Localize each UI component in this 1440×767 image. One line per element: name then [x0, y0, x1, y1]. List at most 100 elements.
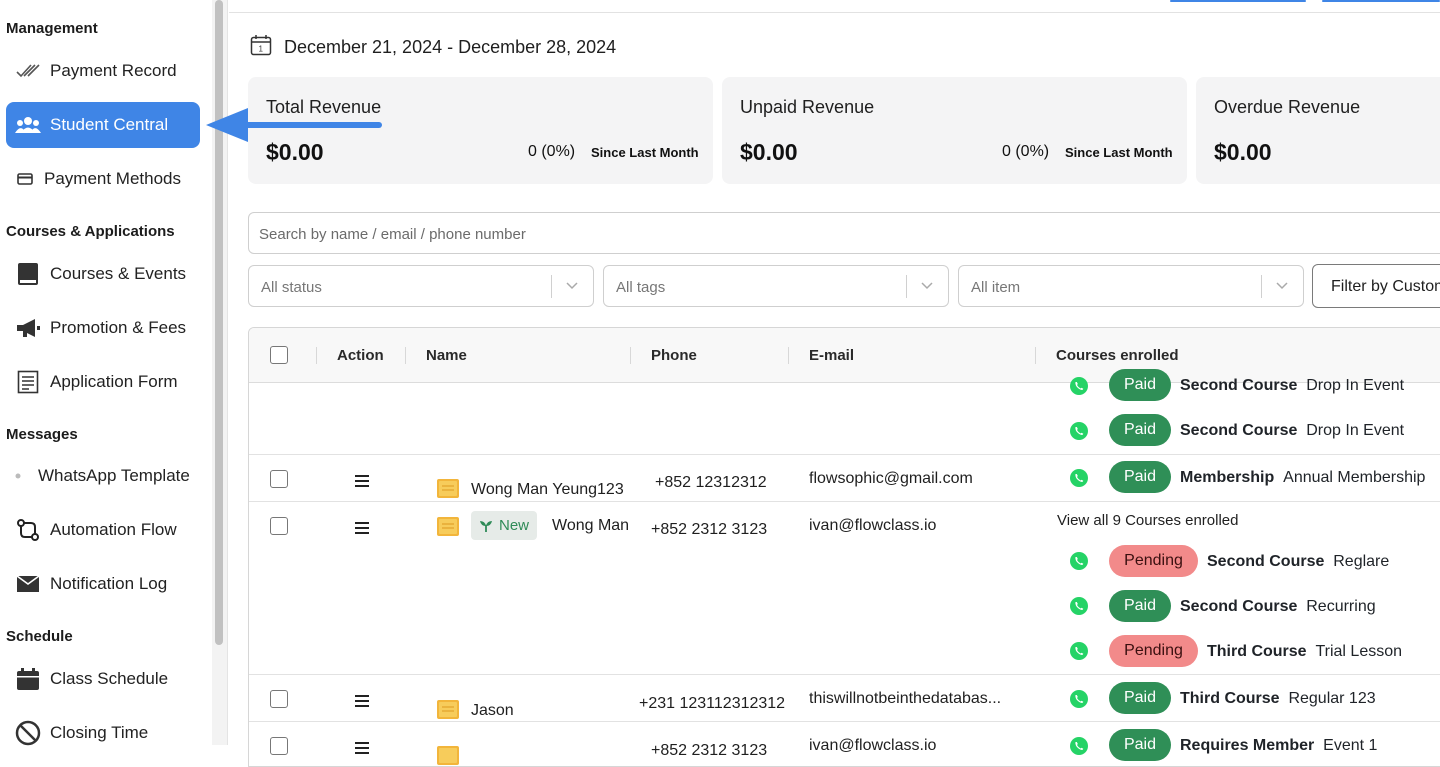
whatsapp-icon[interactable]	[1069, 596, 1089, 616]
row-menu-icon[interactable]	[355, 475, 369, 487]
annotation-arrow-shaft	[232, 122, 382, 128]
filter-by-custom-button[interactable]: Filter by Custom	[1312, 264, 1440, 308]
status-badge: Paid	[1109, 461, 1171, 493]
calendar-icon	[6, 667, 50, 691]
sidebar-item-label: Automation Flow	[50, 520, 177, 539]
whatsapp-icon[interactable]	[1069, 736, 1089, 756]
sidebar-item-whatsapp-template[interactable]: WhatsApp Template	[6, 453, 200, 499]
select-divider	[906, 275, 907, 298]
card-title: Total Revenue	[266, 97, 382, 117]
sidebar-item-label: Courses & Events	[50, 264, 187, 283]
chevron-down-icon	[1276, 282, 1288, 290]
row-checkbox[interactable]	[270, 517, 288, 535]
whatsapp-icon[interactable]	[1069, 468, 1089, 488]
section-title-courses-applications: Courses & Applications	[6, 223, 175, 240]
sidebar-item-payment-methods[interactable]: Payment Methods	[6, 156, 200, 202]
header-separator	[1035, 347, 1036, 364]
row-checkbox[interactable]	[270, 470, 288, 488]
header-courses[interactable]: Courses enrolled	[1056, 347, 1179, 364]
users-icon	[6, 116, 50, 134]
student-phone: +852 12312312	[655, 474, 767, 491]
select-value: All item	[971, 279, 1021, 296]
select-all-checkbox[interactable]	[270, 346, 288, 364]
svg-text:1: 1	[259, 45, 264, 54]
status-badge: Pending	[1109, 545, 1198, 577]
students-table: Action Name Phone E-mail Courses enrolle…	[248, 327, 1440, 767]
card-title: Overdue Revenue	[1214, 97, 1361, 117]
select-value: All tags	[616, 279, 666, 296]
header-email[interactable]: E-mail	[809, 347, 854, 364]
topbar-divider	[229, 12, 1440, 13]
tags-select[interactable]: All tags	[603, 265, 949, 307]
row-menu-icon[interactable]	[355, 742, 369, 754]
section-title-messages: Messages	[6, 426, 78, 443]
sidebar-item-label: Class Schedule	[50, 669, 169, 688]
date-range[interactable]: 1 December 21, 2024 - December 28, 2024	[250, 34, 616, 61]
item-select[interactable]: All item	[958, 265, 1304, 307]
header-separator	[630, 347, 631, 364]
student-email: ivan@flowclass.io	[809, 517, 937, 534]
search-input[interactable]: Search by name / email / phone number	[248, 212, 1440, 254]
course-item: Third Course Regular 123	[1180, 690, 1376, 707]
overdue-revenue-card: Overdue Revenue $0.00	[1196, 77, 1440, 184]
student-name[interactable]: Jason	[471, 702, 514, 720]
course-item: Third Course Trial Lesson	[1207, 643, 1403, 660]
row-divider	[249, 721, 1440, 722]
note-icon	[437, 700, 459, 719]
sidebar-item-label: Application Form	[50, 372, 178, 391]
new-tag-label: New	[499, 517, 530, 534]
course-item: Second Course Drop In Event	[1180, 422, 1405, 439]
annotation-arrow-head	[206, 108, 248, 142]
whatsapp-icon[interactable]	[1069, 641, 1089, 661]
top-action-button-1[interactable]	[1170, 0, 1306, 2]
view-all-courses-link[interactable]: View all 9 Courses enrolled	[1057, 512, 1239, 529]
sidebar-item-student-central[interactable]: Student Central	[6, 102, 200, 148]
sidebar-item-notification-log[interactable]: Notification Log	[6, 561, 200, 607]
row-divider	[249, 674, 1440, 675]
whatsapp-icon[interactable]	[1069, 689, 1089, 709]
sidebar-item-automation-flow[interactable]: Automation Flow	[6, 507, 200, 553]
header-separator	[405, 347, 406, 364]
sidebar-item-class-schedule[interactable]: Class Schedule	[6, 656, 200, 702]
table-header: Action Name Phone E-mail Courses enrolle…	[249, 328, 1440, 383]
sidebar-item-application-form[interactable]: Application Form	[6, 359, 200, 405]
book-icon	[6, 262, 50, 286]
flow-icon	[6, 519, 50, 541]
header-name[interactable]: Name	[426, 347, 467, 364]
header-separator	[316, 347, 317, 364]
top-action-button-2[interactable]	[1322, 0, 1440, 2]
section-title-schedule: Schedule	[6, 628, 73, 645]
student-phone: +852 2312 3123	[651, 521, 768, 538]
sidebar-item-payment-record[interactable]: Payment Record	[6, 48, 200, 94]
sidebar-item-label: Notification Log	[50, 574, 168, 593]
sidebar-scrollbar-thumb[interactable]	[215, 0, 223, 645]
whatsapp-icon[interactable]	[1069, 421, 1089, 441]
sidebar-item-courses-events[interactable]: Courses & Events	[6, 251, 200, 297]
row-menu-icon[interactable]	[355, 522, 369, 534]
card-icon	[6, 173, 44, 185]
whatsapp-icon[interactable]	[1069, 551, 1089, 571]
card-change: 0 (0%)	[1002, 143, 1050, 160]
student-name[interactable]: Wong Man	[552, 517, 629, 535]
row-checkbox[interactable]	[270, 690, 288, 708]
status-select[interactable]: All status	[248, 265, 594, 307]
whatsapp-icon[interactable]	[1069, 376, 1089, 396]
row-divider	[249, 454, 1440, 455]
course-item: Second Course Drop In Event	[1180, 377, 1405, 394]
sidebar-item-promotion-fees[interactable]: Promotion & Fees	[6, 305, 200, 351]
select-divider	[1261, 275, 1262, 298]
form-icon	[6, 370, 50, 394]
section-title-management: Management	[6, 20, 98, 37]
row-checkbox[interactable]	[270, 737, 288, 755]
sidebar-item-closing-time[interactable]: Closing Time	[6, 710, 200, 756]
sprout-icon	[480, 520, 492, 532]
chevron-down-icon	[921, 282, 933, 290]
student-name[interactable]: Wong Man Yeung123	[471, 481, 624, 499]
student-email: ivan@flowclass.io	[809, 737, 937, 754]
sidebar-item-label: Promotion & Fees	[50, 318, 187, 337]
header-phone[interactable]: Phone	[651, 347, 697, 364]
row-menu-icon[interactable]	[355, 695, 369, 707]
card-title: Unpaid Revenue	[740, 97, 875, 117]
student-email: flowsophic@gmail.com	[809, 470, 973, 487]
chevron-down-icon	[566, 282, 578, 290]
